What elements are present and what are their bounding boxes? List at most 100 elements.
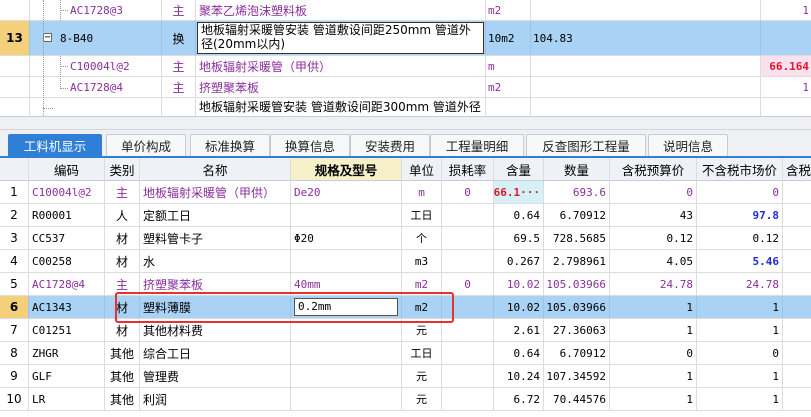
panel-splitter[interactable] — [0, 116, 811, 130]
tab-conversion-info[interactable]: 换算信息 — [270, 134, 350, 156]
table-row[interactable]: 3 CC537 材塑料管卡子 Φ20 个 69.5 728.5685 0.12 0.12 — [0, 227, 811, 250]
market-price-cell[interactable]: 97.8 — [697, 204, 783, 226]
spec-cell[interactable]: De20 — [291, 181, 402, 203]
tab-installation-fee[interactable]: 安装费用 — [350, 134, 430, 156]
name-cell[interactable]: 塑料管卡子 — [140, 227, 291, 249]
header-tax-budget-price[interactable]: 含税预算价 — [610, 158, 697, 180]
table-row[interactable]: 5 AC1728@4 主挤塑聚苯板 40mm m2 0 10.02 105.03966 24.7… — [0, 273, 811, 296]
market-price-cell[interactable]: 1 — [697, 296, 783, 318]
content-cell[interactable]: 0.267 — [494, 250, 544, 272]
loss-rate-cell[interactable] — [442, 365, 494, 387]
content-cell[interactable]: 10.02 — [494, 273, 544, 295]
market-price-cell[interactable]: 1 — [697, 319, 783, 341]
spec-cell[interactable]: 40mm — [291, 273, 402, 295]
loss-rate-cell[interactable] — [442, 319, 494, 341]
table-row[interactable]: 2 R00001 人定额工日 工日 0.64 6.70912 43 97.8 — [0, 204, 811, 227]
table-row[interactable]: 10 LR 其他 利润元 6.72 70.44576 1 1 — [0, 388, 811, 411]
name-cell[interactable]: 管理费 — [140, 365, 291, 387]
collapse-icon[interactable]: − — [43, 33, 52, 43]
name-cell[interactable]: 挤塑聚苯板 — [140, 273, 291, 295]
tab-bar: 工料机显示 单价构成 标准换算 换算信息 安装费用 工程量明细 反查图形工程量 … — [0, 130, 811, 158]
spec-cell[interactable]: Φ20 — [291, 227, 402, 249]
name-cell[interactable]: 地板辐射采暖管（甲供） — [140, 181, 291, 203]
market-price-cell[interactable]: 24.78 — [697, 273, 783, 295]
name-edit-box[interactable]: 地板辐射采暖管安装 管道敷设间距250mm 管道外径(20mm以内) — [197, 22, 484, 54]
content-cell[interactable]: 69.5 — [494, 227, 544, 249]
market-price-cell[interactable]: 0 — [697, 342, 783, 364]
tab-standard-conversion[interactable]: 标准换算 — [190, 134, 270, 156]
market-price-cell[interactable]: 0.12 — [697, 227, 783, 249]
top-row[interactable]: C10004l@2 主 地板辐射采暖管（甲供） m 66.164 — [0, 56, 811, 77]
market-price-cell[interactable]: 0 — [697, 181, 783, 203]
header-content[interactable]: 含量 — [494, 158, 544, 180]
content-cell[interactable]: 0.64 — [494, 342, 544, 364]
name-cell[interactable]: 地板辐射采暖管安装 管道敷设间距250mm 管道外径(20mm以内) — [196, 21, 486, 55]
header-tax-incl[interactable]: 含税 — [783, 158, 811, 180]
loss-rate-cell[interactable] — [442, 204, 494, 226]
spec-cell[interactable] — [291, 342, 402, 364]
content-cell[interactable]: 6.72 — [494, 388, 544, 410]
name-cell[interactable]: 利润 — [140, 388, 291, 410]
tab-reverse-graphic-quantity[interactable]: 反查图形工程量 — [526, 134, 646, 156]
header-kind[interactable]: 类别 — [105, 158, 140, 180]
tab-quantity-detail[interactable]: 工程量明细 — [430, 134, 524, 156]
table-row[interactable]: 9 GLF 其他 管理费元 10.24 107.34592 1 1 — [0, 365, 811, 388]
content-cell[interactable]: 10.24 — [494, 365, 544, 387]
tab-unit-price-composition[interactable]: 单价构成 — [106, 134, 186, 156]
tab-labor-material-machine[interactable]: 工料机显示 — [8, 134, 102, 156]
name-cell[interactable]: 定额工日 — [140, 204, 291, 226]
top-row[interactable]: AC1728@4 主 挤塑聚苯板 m2 1 — [0, 77, 811, 98]
table-row[interactable]: 8 ZHGR 其他 综合工日 工日 0.64 6.70912 0 0 — [0, 342, 811, 365]
tab-description[interactable]: 说明信息 — [648, 134, 728, 156]
spec-cell[interactable] — [291, 388, 402, 410]
row-number — [0, 56, 30, 76]
top-row-selected[interactable]: 13 − 8-B40 换 地板辐射采暖管安装 管道敷设间距250mm 管道外径(… — [0, 21, 811, 56]
kind-cell: 主 — [162, 0, 196, 20]
header-market-price-ex-tax[interactable]: 不含税市场价 — [697, 158, 783, 180]
name-cell: 挤塑聚苯板 — [196, 77, 486, 97]
spec-edit-box[interactable]: 0.2mm — [294, 298, 398, 316]
table-row-selected[interactable]: 6 AC1343 材塑料薄膜 0.2mm m2 10.02 105.03966 1 1 — [0, 296, 811, 319]
table-row[interactable]: 7 C01251 材其他材料费元 2.61 27.36063 1 1 — [0, 319, 811, 342]
name-cell[interactable]: 其他材料费 — [140, 319, 291, 341]
spec-cell[interactable] — [291, 365, 402, 387]
header-spec[interactable]: 规格及型号 — [291, 158, 402, 180]
tax-budget-price-cell: 0.12 — [610, 227, 697, 249]
code-cell: C10004l@2 — [30, 56, 162, 76]
loss-rate-cell[interactable]: 0 — [442, 181, 494, 203]
header-unit[interactable]: 单位 — [402, 158, 442, 180]
spec-cell[interactable] — [291, 204, 402, 226]
header-loss-rate[interactable]: 损耗率 — [442, 158, 494, 180]
content-cell[interactable]: 10.02 — [494, 296, 544, 318]
loss-rate-cell[interactable] — [442, 296, 494, 318]
spec-cell[interactable] — [291, 319, 402, 341]
loss-rate-cell[interactable] — [442, 388, 494, 410]
header-name[interactable]: 名称 — [140, 158, 291, 180]
name-cell[interactable]: 综合工日 — [140, 342, 291, 364]
loss-rate-cell[interactable] — [442, 342, 494, 364]
name-cell[interactable]: 塑料薄膜 — [140, 296, 291, 318]
content-cell[interactable]: 0.64 — [494, 204, 544, 226]
market-price-cell[interactable]: 1 — [697, 388, 783, 410]
tax-budget-price-cell: 0 — [610, 342, 697, 364]
content-cell[interactable]: 66.1··· — [494, 181, 544, 203]
table-row[interactable]: 1 C10004l@2 主地板辐射采暖管（甲供） De20 m 0 66.1··· 693.6… — [0, 181, 811, 204]
name-cell[interactable]: 水 — [140, 250, 291, 272]
top-row[interactable]: 地板辐射采暖管安装 管道敷设间距300mm 管道外径 — [0, 98, 811, 116]
code-cell — [30, 98, 162, 116]
content-cell[interactable]: 2.61 — [494, 319, 544, 341]
quantity-cell — [531, 56, 761, 76]
spec-cell[interactable]: 0.2mm — [291, 296, 402, 318]
table-row[interactable]: 4 C00258 材水 m3 0.267 2.798961 4.05 5.46 — [0, 250, 811, 273]
loss-rate-cell[interactable]: 0 — [442, 273, 494, 295]
market-price-cell[interactable]: 5.46 — [697, 250, 783, 272]
header-code[interactable]: 编码 — [29, 158, 105, 180]
kind-cell: 其他 — [105, 365, 140, 387]
code-cell: AC1728@4 — [30, 77, 162, 97]
loss-rate-cell[interactable] — [442, 227, 494, 249]
loss-rate-cell[interactable] — [442, 250, 494, 272]
spec-cell[interactable] — [291, 250, 402, 272]
top-row[interactable]: AC1728@3 主 聚苯乙烯泡沫塑料板 m2 1 — [0, 0, 811, 21]
header-quantity[interactable]: 数量 — [544, 158, 610, 180]
market-price-cell[interactable]: 1 — [697, 365, 783, 387]
